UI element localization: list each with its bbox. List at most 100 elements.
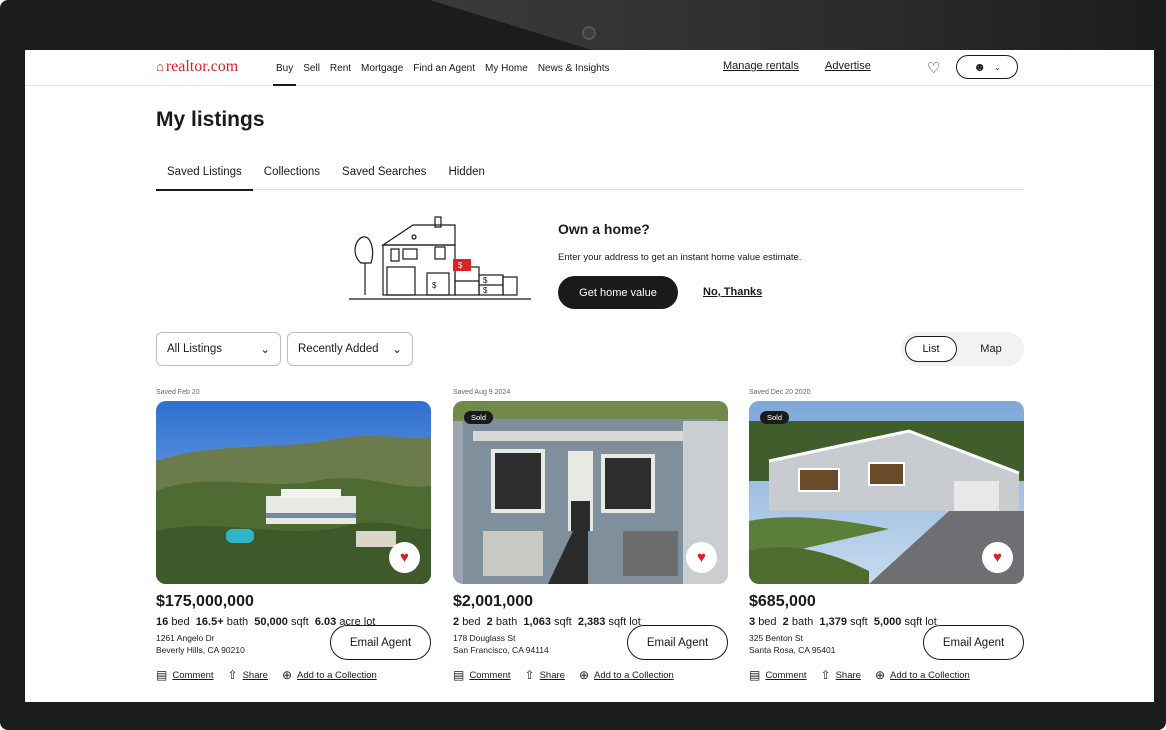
sort-dropdown[interactable]: Recently Added ⌄ <box>287 332 413 366</box>
share-icon: ⇧ <box>820 668 831 682</box>
listing-tabs: Saved Listings Collections Saved Searche… <box>156 156 1024 191</box>
svg-text:$: $ <box>432 281 437 290</box>
logo-text: realtor.com <box>165 58 239 75</box>
heart-icon[interactable]: ♡ <box>927 59 940 77</box>
baths-value: 2 <box>782 616 789 628</box>
nav-find-agent[interactable]: Find an Agent <box>413 50 475 86</box>
saved-date: Saved Aug 9 2024 <box>453 389 511 396</box>
heart-icon[interactable]: ♥ <box>982 542 1013 573</box>
house-logo-icon: ⌂ <box>156 59 164 74</box>
tab-saved-listings[interactable]: Saved Listings <box>156 156 253 191</box>
sqft-value: 1,379 <box>819 616 847 628</box>
tab-saved-searches[interactable]: Saved Searches <box>331 156 437 190</box>
share-button[interactable]: ⇧ Share <box>228 668 268 682</box>
comment-button[interactable]: ▤ Comment <box>156 668 214 682</box>
device-bezel: ⌂ realtor.com Buy Sell Rent Mortgage Fin… <box>0 0 1166 730</box>
chevron-down-icon: ⌄ <box>993 62 1001 72</box>
comment-label: Comment <box>765 669 807 681</box>
sold-badge: Sold <box>464 411 494 424</box>
add-collection-label: Add to a Collection <box>594 669 674 681</box>
nav-rent[interactable]: Rent <box>330 50 351 86</box>
comment-icon: ▤ <box>453 668 465 682</box>
no-thanks-link[interactable]: No, Thanks <box>703 286 762 298</box>
email-agent-button[interactable]: Email Agent <box>923 625 1024 660</box>
heart-icon[interactable]: ♥ <box>686 542 717 573</box>
share-button[interactable]: ⇧ Share <box>821 668 861 682</box>
beds-label: bed <box>758 616 777 628</box>
main-nav: Buy Sell Rent Mortgage Find an Agent My … <box>272 50 610 86</box>
comment-icon: ▤ <box>749 668 761 682</box>
manage-rentals-link[interactable]: Manage rentals <box>723 60 799 72</box>
nav-sell[interactable]: Sell <box>303 50 320 86</box>
add-collection-label: Add to a Collection <box>297 669 377 681</box>
bezel-highlight <box>430 0 1166 50</box>
baths-value: 16.5+ <box>195 616 224 628</box>
promo-text: Enter your address to get an instant hom… <box>558 252 802 263</box>
get-home-value-button[interactable]: Get home value <box>558 276 678 309</box>
comment-label: Comment <box>469 669 511 681</box>
listing-photo[interactable]: ♥ <box>156 401 431 584</box>
nav-my-home[interactable]: My Home <box>485 50 528 86</box>
comment-button[interactable]: ▤ Comment <box>749 668 807 682</box>
tab-collections[interactable]: Collections <box>253 156 331 190</box>
add-collection-button[interactable]: ⊕ Add to a Collection <box>875 668 970 682</box>
baths-label: bath <box>226 616 249 628</box>
advertise-link[interactable]: Advertise <box>825 60 871 72</box>
comment-label: Comment <box>172 669 214 681</box>
lot-value: 5,000 <box>873 616 902 628</box>
view-map-button[interactable]: Map <box>963 336 1019 362</box>
add-collection-label: Add to a Collection <box>890 669 970 681</box>
listing-filter-dropdown[interactable]: All Listings ⌄ <box>156 332 281 366</box>
comment-icon: ▤ <box>156 668 168 682</box>
share-label: Share <box>539 669 565 681</box>
nav-mortgage[interactable]: Mortgage <box>361 50 403 86</box>
sqft-value: 50,000 <box>254 616 288 628</box>
listing-card[interactable]: Saved Feb 20 ♥ $175,000,000 16 bed 16.5+… <box>156 389 431 682</box>
camera-icon <box>582 26 596 40</box>
beds-label: bed <box>171 616 190 628</box>
baths-label: bath <box>495 616 518 628</box>
add-collection-button[interactable]: ⊕ Add to a Collection <box>579 668 674 682</box>
email-agent-button[interactable]: Email Agent <box>330 625 431 660</box>
share-label: Share <box>242 669 268 681</box>
listing-filter-value: All Listings <box>167 343 222 355</box>
promo-title: Own a home? <box>558 221 650 237</box>
comment-button[interactable]: ▤ Comment <box>453 668 511 682</box>
account-menu-button[interactable]: ☻ ⌄ <box>956 55 1018 79</box>
listing-card[interactable]: Saved Dec 20 2020 Sold ♥ $685,000 3 bed … <box>749 389 1024 682</box>
page-title: My listings <box>156 108 265 131</box>
sqft-label: sqft <box>850 616 868 628</box>
sold-badge: Sold <box>760 411 790 424</box>
tab-hidden[interactable]: Hidden <box>437 156 495 190</box>
site-header: ⌂ realtor.com Buy Sell Rent Mortgage Fin… <box>25 50 1154 86</box>
beds-label: bed <box>462 616 481 628</box>
share-button[interactable]: ⇧ Share <box>525 668 565 682</box>
plus-circle-icon: ⊕ <box>578 668 590 682</box>
baths-label: bath <box>791 616 814 628</box>
email-agent-button[interactable]: Email Agent <box>627 625 728 660</box>
svg-text:$: $ <box>483 276 488 285</box>
add-collection-button[interactable]: ⊕ Add to a Collection <box>282 668 377 682</box>
listing-price: $685,000 <box>749 593 816 610</box>
listing-price: $2,001,000 <box>453 593 534 610</box>
saved-date: Saved Feb 20 <box>156 389 200 396</box>
logo[interactable]: ⌂ realtor.com <box>156 58 238 76</box>
listing-actions: ▤ Comment ⇧ Share ⊕ Add to a Collection <box>749 668 970 682</box>
listing-actions: ▤ Comment ⇧ Share ⊕ Add to a Collection <box>453 668 674 682</box>
sqft-value: 1,063 <box>523 616 551 628</box>
beds-value: 16 <box>156 616 169 628</box>
chevron-down-icon: ⌄ <box>392 344 402 356</box>
nav-news[interactable]: News & Insights <box>538 50 610 86</box>
listing-card[interactable]: Saved Aug 9 2024 Sold ♥ $2,001,000 2 bed… <box>453 389 728 682</box>
listing-photo[interactable]: Sold ♥ <box>749 401 1024 584</box>
listing-photo[interactable]: Sold ♥ <box>453 401 728 584</box>
listing-price: $175,000,000 <box>156 593 254 610</box>
sort-value: Recently Added <box>298 343 379 355</box>
beds-value: 3 <box>749 616 756 628</box>
nav-buy[interactable]: Buy <box>272 50 297 86</box>
lot-value: 6.03 <box>314 616 337 628</box>
heart-icon[interactable]: ♥ <box>389 542 420 573</box>
view-list-button[interactable]: List <box>905 336 957 362</box>
share-icon: ⇧ <box>227 668 238 682</box>
svg-text:$: $ <box>483 286 488 295</box>
